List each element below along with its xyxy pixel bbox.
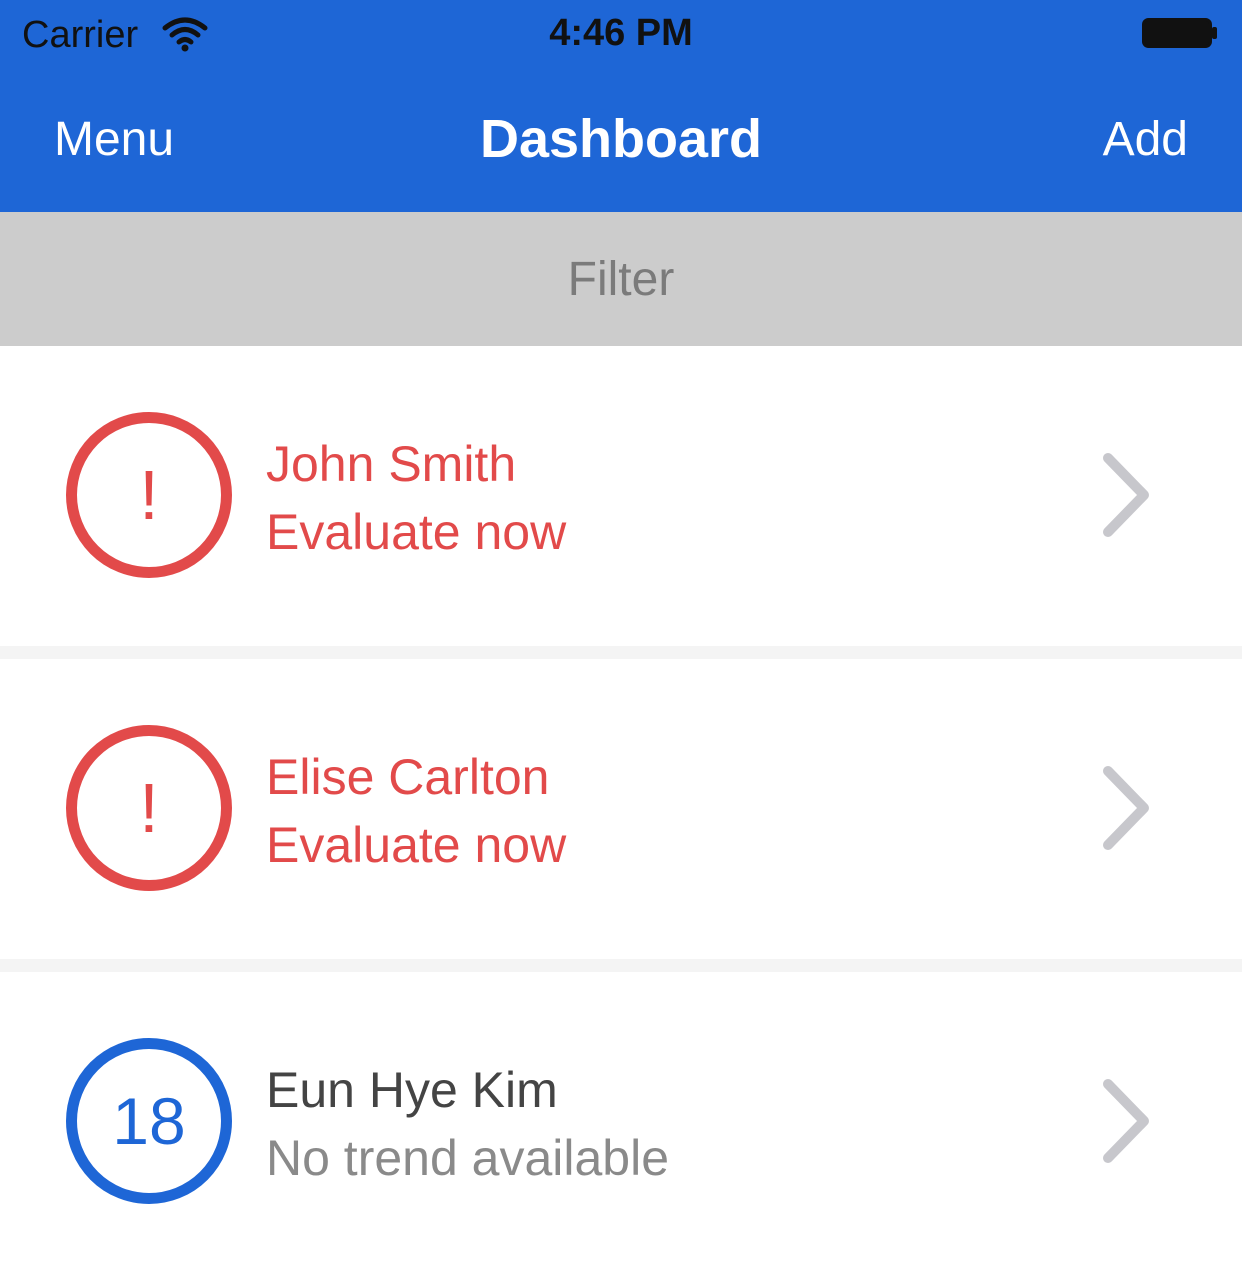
alert-badge: ! [66, 412, 232, 578]
alert-badge: ! [66, 725, 232, 891]
list-item[interactable]: ! John Smith Evaluate now [0, 346, 1242, 646]
patient-status: Evaluate now [266, 504, 567, 560]
chevron-right-icon [1103, 453, 1149, 537]
battery-icon [1142, 18, 1217, 48]
row-separator [0, 959, 1242, 972]
patient-name: Eun Hye Kim [266, 1062, 558, 1118]
list-item[interactable]: 18 Eun Hye Kim No trend available [0, 972, 1242, 1272]
filter-label: Filter [567, 252, 675, 306]
patient-status: Evaluate now [266, 817, 567, 873]
nav-bar: Menu Dashboard Add [0, 70, 1242, 212]
filter-button[interactable]: Filter [0, 212, 1242, 346]
chevron-right-icon [1103, 1079, 1149, 1163]
badge-text: 18 [112, 1084, 186, 1158]
patient-name: John Smith [266, 436, 517, 492]
patient-list: ! John Smith Evaluate now ! Elise Carlto… [0, 346, 1242, 1272]
chevron-right-icon [1103, 766, 1149, 850]
patient-name: Elise Carlton [266, 749, 550, 805]
badge-text: ! [139, 456, 159, 534]
list-item[interactable]: ! Elise Carlton Evaluate now [0, 659, 1242, 959]
clock: 4:46 PM [549, 12, 693, 54]
add-button[interactable]: Add [1103, 112, 1188, 167]
badge-text: ! [139, 769, 159, 847]
score-badge: 18 [66, 1038, 232, 1204]
status-bar: Carrier 4:46 PM [0, 0, 1242, 70]
patient-status: No trend available [266, 1130, 670, 1186]
row-separator [0, 646, 1242, 659]
header: Carrier 4:46 PM Menu Dashboard Add [0, 0, 1242, 212]
page-title: Dashboard [479, 109, 763, 169]
